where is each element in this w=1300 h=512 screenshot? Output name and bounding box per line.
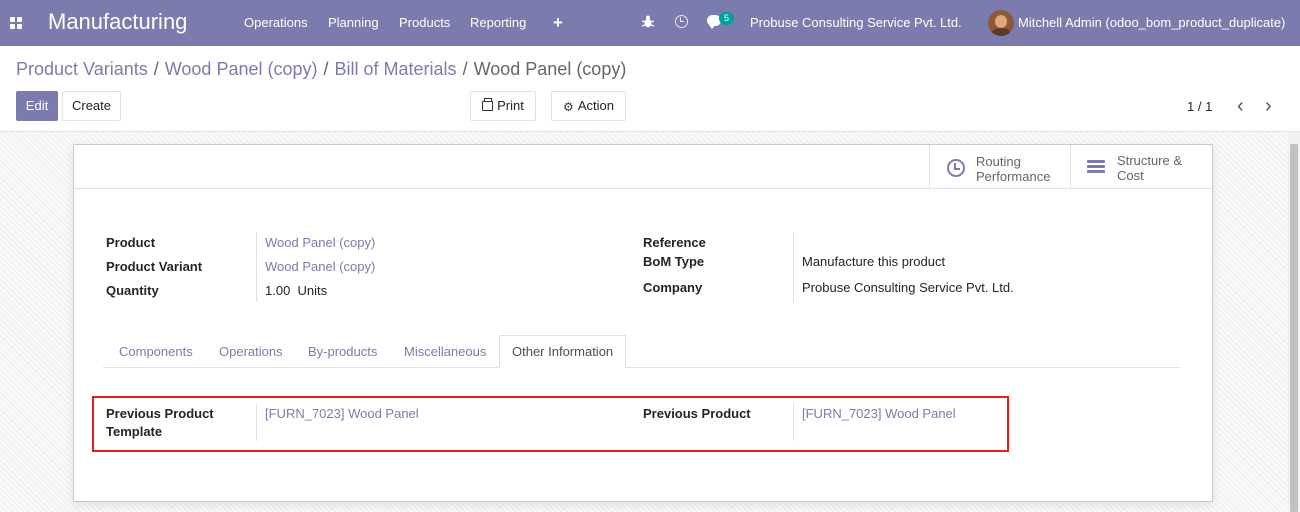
- tab-other-information-label[interactable]: Other Information: [512, 344, 613, 359]
- field-separator: [793, 232, 794, 302]
- bom-type-label: BoM Type: [643, 254, 705, 269]
- breadcrumb-wood-panel[interactable]: Wood Panel (copy): [165, 59, 318, 79]
- menu-products[interactable]: Products: [399, 15, 450, 30]
- quantity-label: Quantity: [106, 283, 159, 298]
- menu-reporting[interactable]: Reporting: [470, 15, 526, 30]
- user-menu[interactable]: Mitchell Admin (odoo_bom_product_duplica…: [1018, 15, 1285, 30]
- pager-next-icon[interactable]: ›: [1265, 96, 1272, 116]
- action-button[interactable]: ⚙ Action: [551, 91, 626, 121]
- bars-icon: [1087, 160, 1105, 174]
- scrollbar-thumb[interactable]: [1290, 144, 1298, 512]
- edit-button[interactable]: Edit: [16, 91, 58, 121]
- menu-operations[interactable]: Operations: [244, 15, 308, 30]
- create-button[interactable]: Create: [62, 91, 121, 121]
- tabs-underline: [103, 367, 1180, 368]
- company-switcher[interactable]: Probuse Consulting Service Pvt. Ltd.: [750, 15, 962, 30]
- bom-type-field: Manufacture this product: [802, 254, 946, 269]
- user-avatar[interactable]: [988, 10, 1014, 36]
- clock-icon: [947, 159, 965, 177]
- breadcrumb-separator: /: [153, 59, 159, 79]
- print-button[interactable]: Print: [470, 91, 536, 121]
- product-field[interactable]: Wood Panel (copy): [265, 235, 375, 250]
- breadcrumb-bill-of-materials[interactable]: Bill of Materials: [335, 59, 457, 79]
- smart-button-box: Routing Performance Structure & Cost: [74, 145, 1212, 189]
- chat-count-badge: 5: [719, 12, 734, 25]
- menu-planning[interactable]: Planning: [328, 15, 379, 30]
- routing-performance-button[interactable]: Routing Performance: [929, 145, 1071, 189]
- product-variant-label: Product Variant: [106, 259, 203, 274]
- quantity-field: 1.00 Units: [265, 283, 328, 298]
- activity-clock-icon[interactable]: [675, 15, 688, 28]
- top-navbar: Manufacturing Operations Planning Produc…: [0, 0, 1300, 46]
- apps-menu-icon[interactable]: [10, 17, 22, 29]
- tab-operations[interactable]: Operations: [219, 344, 283, 359]
- highlight-annotation-box: [92, 396, 1009, 452]
- breadcrumb-product-variants[interactable]: Product Variants: [16, 59, 148, 79]
- gear-icon: ⚙: [563, 99, 574, 114]
- tab-by-products[interactable]: By-products: [308, 344, 377, 359]
- structure-cost-button[interactable]: Structure & Cost: [1070, 145, 1212, 189]
- company-field: Probuse Consulting Service Pvt. Ltd.: [802, 280, 1014, 295]
- breadcrumb: Product Variants / Wood Panel (copy) / Bill …: [16, 59, 626, 80]
- breadcrumb-separator: /: [323, 59, 329, 79]
- print-label: Print: [497, 98, 524, 113]
- routing-performance-label: Routing Performance: [976, 154, 1051, 184]
- product-label: Product: [106, 235, 156, 250]
- plus-icon[interactable]: +: [553, 13, 563, 33]
- print-icon: [482, 97, 494, 111]
- product-variant-field[interactable]: Wood Panel (copy): [265, 259, 375, 274]
- breadcrumb-current: Wood Panel (copy): [473, 59, 627, 79]
- field-separator: [256, 232, 257, 302]
- pager-previous-icon[interactable]: ‹: [1237, 96, 1244, 116]
- tab-miscellaneous[interactable]: Miscellaneous: [404, 344, 486, 359]
- tab-components[interactable]: Components: [119, 344, 193, 359]
- pager-value[interactable]: 1 / 1: [1187, 99, 1212, 114]
- action-label: Action: [577, 98, 614, 113]
- structure-cost-label: Structure & Cost: [1117, 153, 1183, 183]
- vertical-scrollbar[interactable]: [1288, 132, 1300, 512]
- breadcrumb-separator: /: [462, 59, 468, 79]
- bug-icon[interactable]: [642, 15, 654, 28]
- app-title[interactable]: Manufacturing: [48, 9, 187, 35]
- reference-label: Reference: [643, 235, 706, 250]
- company-label: Company: [643, 280, 703, 295]
